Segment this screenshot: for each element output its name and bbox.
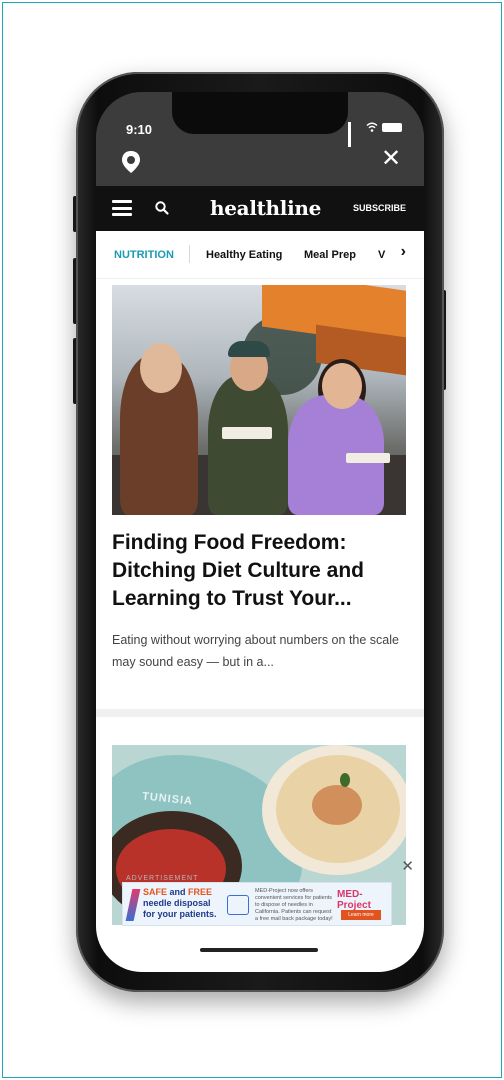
article-headline[interactable]: Finding Food Freedom: Ditching Diet Cult… bbox=[112, 529, 408, 613]
ad-brand-logo: MED-Project bbox=[337, 889, 371, 911]
phone-screen: 9:10 ✕ healthline SUBSCRIBE NUTRITION He… bbox=[96, 92, 424, 972]
ad-headline: SAFE and FREE needle disposal for your p… bbox=[143, 887, 217, 919]
status-time: 9:10 bbox=[126, 122, 153, 137]
article-feed: Finding Food Freedom: Ditching Diet Cult… bbox=[96, 279, 424, 972]
category-nav: NUTRITION Healthy Eating Meal Prep V › bbox=[96, 231, 424, 279]
ad-learn-more-button[interactable]: Learn more bbox=[341, 910, 381, 920]
ad-banner[interactable]: SAFE and FREE needle disposal for your p… bbox=[122, 882, 392, 926]
battery-icon bbox=[382, 122, 402, 132]
home-indicator[interactable] bbox=[200, 948, 318, 952]
signal-icon bbox=[348, 122, 362, 147]
tab-meal-prep[interactable]: Meal Prep bbox=[304, 249, 356, 261]
menu-icon[interactable] bbox=[112, 200, 132, 216]
location-pin-icon[interactable] bbox=[120, 150, 142, 174]
status-icons bbox=[348, 122, 402, 147]
search-icon[interactable] bbox=[154, 200, 170, 216]
tab-nutrition[interactable]: NUTRITION bbox=[114, 249, 174, 261]
subscribe-link[interactable]: SUBSCRIBE bbox=[353, 203, 406, 213]
chevron-right-icon[interactable]: › bbox=[401, 243, 406, 261]
article-excerpt: Eating without worrying about numbers on… bbox=[112, 633, 399, 669]
site-logo[interactable]: healthline bbox=[210, 196, 321, 220]
ribbon-icon bbox=[125, 889, 141, 921]
package-icon bbox=[227, 895, 249, 915]
close-icon[interactable]: ✕ bbox=[380, 147, 402, 171]
article-hero-image[interactable] bbox=[112, 285, 406, 515]
ad-label: ADVERTISEMENT bbox=[126, 875, 199, 882]
ad-close-icon[interactable]: ✕ bbox=[401, 859, 414, 874]
wifi-icon bbox=[366, 122, 378, 132]
tab-truncated[interactable]: V bbox=[378, 249, 385, 261]
tab-healthy-eating[interactable]: Healthy Eating bbox=[206, 249, 282, 261]
site-header: healthline SUBSCRIBE bbox=[96, 186, 424, 231]
browser-chrome: 9:10 ✕ bbox=[96, 92, 424, 186]
ad-description: MED-Project now offers convenient servic… bbox=[255, 888, 333, 922]
section-divider bbox=[96, 709, 424, 717]
notch bbox=[172, 92, 348, 134]
nav-divider bbox=[189, 245, 190, 263]
